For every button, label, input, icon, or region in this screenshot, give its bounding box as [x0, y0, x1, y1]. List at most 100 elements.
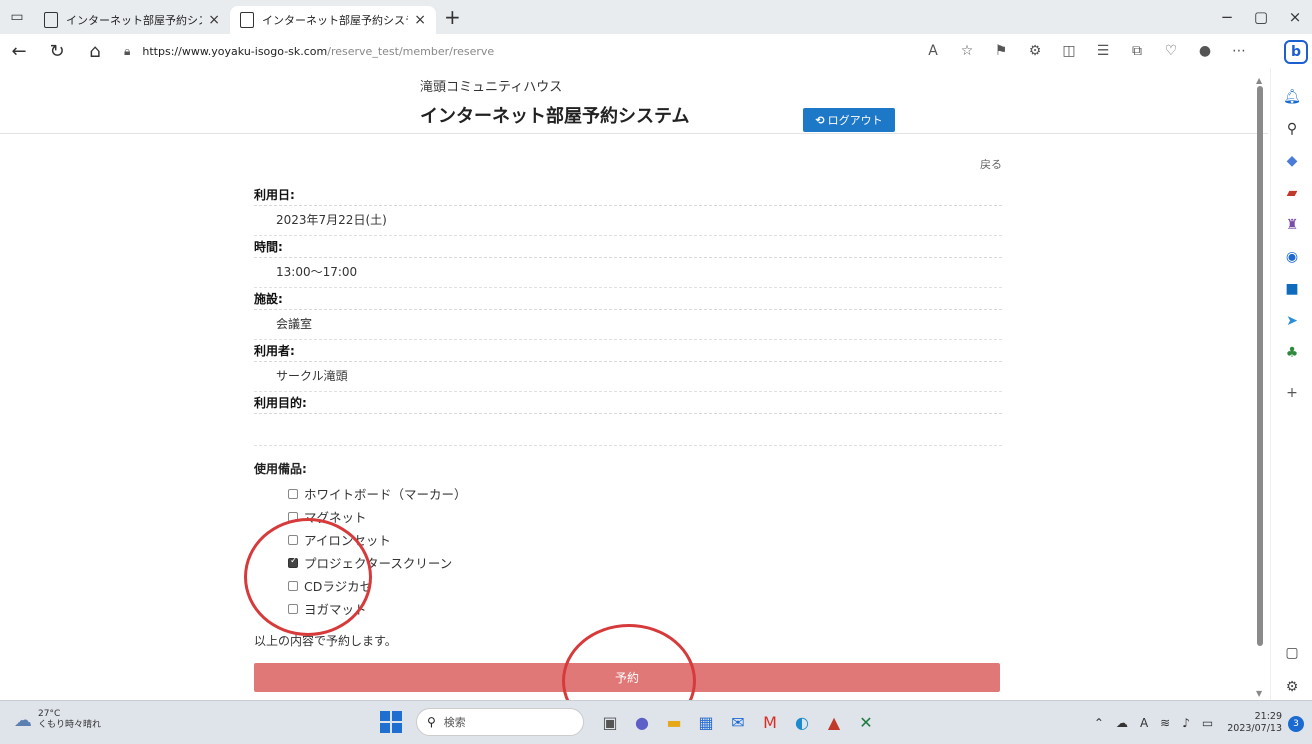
field-date: 利用日: 2023年7月22日(土) [254, 184, 1002, 236]
back-link[interactable]: 戻る [980, 156, 1002, 172]
system-tray: ⌃ ☁ A ≋ ♪ ▭ 21:29 2023/07/13 [1088, 711, 1282, 735]
toolbox-icon[interactable]: ▰ [1283, 184, 1301, 202]
field-label: 利用者: [254, 340, 1002, 362]
send-icon[interactable]: ➤ [1283, 312, 1301, 330]
new-tab-button[interactable]: + [444, 5, 461, 29]
page-scrollbar[interactable]: ▲ ▼ [1254, 76, 1266, 700]
chat-icon[interactable]: ● [627, 709, 657, 735]
tag-icon[interactable]: ◆ [1283, 152, 1301, 170]
favorite-star-icon[interactable]: ☆ [950, 43, 984, 59]
annotation-circle [244, 518, 372, 636]
field-value: サークル滝頭 [254, 362, 1002, 392]
acrobat-icon[interactable]: ▲ [819, 709, 849, 735]
page-title: インターネット部屋予約システム [420, 106, 690, 127]
address-bar[interactable]: 🔒︎ https://www.yoyaku-isogo-sk.com/reser… [124, 44, 884, 59]
battery-icon[interactable]: ▭ [1202, 716, 1213, 730]
checkbox[interactable] [288, 488, 298, 499]
refresh-icon[interactable]: ↻ [38, 41, 76, 62]
weather-text: くもり時々晴れ [38, 720, 102, 730]
tab-actions-icon[interactable]: ▭ [0, 0, 34, 34]
equipment-label: 使用備品: [254, 462, 307, 476]
weather-widget[interactable]: ☁ 27°C くもり時々晴れ [14, 709, 101, 731]
settings-icon[interactable]: ⚙ [1283, 678, 1301, 696]
start-button[interactable] [380, 711, 402, 733]
confirm-text: 以上の内容で予約します。 [254, 634, 397, 648]
extensions-icon[interactable]: ⚙ [1018, 43, 1052, 59]
file-explorer-icon[interactable]: ▬ [659, 709, 689, 735]
browser-toolbar: A ☆ ⚑ ⚙ ◫ ☰ ⧉ ♡ ● ⋯ [916, 34, 1256, 68]
split-screen-icon[interactable]: ◫ [1052, 43, 1086, 59]
tab-strip: ▭ インターネット部屋予約システム × インターネット部屋予約システム × + … [0, 0, 1312, 34]
cloud-icon: ☁ [14, 709, 32, 731]
purpose-input[interactable] [254, 420, 1002, 446]
more-menu-icon[interactable]: ⋯ [1222, 43, 1256, 59]
taskbar: ☁ 27°C くもり時々晴れ ⚲ 検索 ▣ ● ▬ ▦ ✉ M ◐ ▲ ✕ ⌃ … [0, 700, 1312, 744]
sidebar-panel-icon[interactable]: ▢ [1283, 644, 1301, 662]
bell-icon[interactable]: 🔔︎ [1283, 88, 1301, 106]
tab-title: インターネット部屋予約システム [66, 14, 202, 27]
clock[interactable]: 21:29 2023/07/13 [1227, 711, 1282, 735]
equipment-section: 使用備品: ホワイトボード（マーカー） マグネット アイロンセット プロジェクタ… [254, 458, 1002, 617]
back-icon[interactable]: ← [0, 41, 38, 62]
close-window-button[interactable]: × [1278, 0, 1312, 34]
excel-icon[interactable]: ✕ [851, 709, 881, 735]
logout-button[interactable]: ⟲ ログアウト [803, 108, 895, 132]
logout-label: ログアウト [827, 114, 883, 127]
taskbar-search[interactable]: ⚲ 検索 [416, 708, 584, 736]
chevron-up-icon[interactable]: ⌃ [1094, 716, 1104, 730]
field-label: 利用目的: [254, 392, 1002, 414]
time: 21:29 [1254, 711, 1282, 722]
ime-indicator[interactable]: A [1140, 716, 1148, 730]
outlook-icon[interactable]: ■ [1283, 280, 1301, 298]
browser-tab-active[interactable]: インターネット部屋予約システム × [230, 6, 436, 34]
lock-icon: 🔒︎ [124, 43, 131, 58]
field-value: 13:00～17:00 [254, 258, 1002, 288]
volume-icon[interactable]: ♪ [1182, 716, 1190, 730]
field-purpose: 利用目的: [254, 392, 1002, 414]
games-icon[interactable]: ♜ [1283, 216, 1301, 234]
scrollbar-thumb[interactable] [1257, 86, 1263, 646]
search-icon[interactable]: ⚲ [1283, 120, 1301, 138]
notification-badge[interactable]: 3 [1288, 716, 1304, 732]
equipment-whiteboard[interactable]: ホワイトボード（マーカー） [288, 482, 467, 505]
bing-copilot-icon[interactable]: b [1284, 40, 1308, 64]
onedrive-icon[interactable]: ☁ [1116, 716, 1128, 730]
field-user: 利用者: サークル滝頭 [254, 340, 1002, 392]
navigation-bar: ← ↻ ⌂ 🔒︎ https://www.yoyaku-isogo-sk.com… [0, 34, 1312, 68]
page-header: 滝頭コミュニティハウス インターネット部屋予約システム ⟲ ログアウト [0, 68, 1268, 134]
tab-close-icon[interactable]: × [208, 12, 220, 28]
gmail-icon[interactable]: M [755, 709, 785, 735]
field-label: 時間: [254, 236, 1002, 258]
office-icon[interactable]: ◉ [1283, 248, 1301, 266]
page-icon [44, 12, 58, 28]
performance-icon[interactable]: ♡ [1154, 43, 1188, 59]
profile-icon[interactable]: ● [1188, 43, 1222, 59]
search-placeholder: 検索 [443, 716, 466, 729]
checkbox-label: ホワイトボード（マーカー） [304, 487, 467, 502]
restore-button[interactable]: ▢ [1244, 0, 1278, 34]
url-path: /reserve_test/member/reserve [327, 44, 495, 58]
window-controls: − ▢ × [1210, 0, 1312, 34]
url-host: https://www.yoyaku-isogo-sk.com [142, 44, 328, 58]
flag-icon[interactable]: ⚑ [984, 43, 1018, 59]
tree-icon[interactable]: ♣ [1283, 344, 1301, 362]
scroll-up-icon[interactable]: ▲ [1256, 76, 1262, 85]
tab-close-icon[interactable]: × [414, 12, 426, 28]
edge-icon[interactable]: ◐ [787, 709, 817, 735]
task-view-icon[interactable]: ▣ [595, 709, 625, 735]
wifi-icon[interactable]: ≋ [1160, 716, 1170, 730]
browser-tab[interactable]: インターネット部屋予約システム × [34, 6, 230, 34]
field-label: 利用日: [254, 184, 1002, 206]
scroll-down-icon[interactable]: ▼ [1256, 689, 1262, 698]
store-icon[interactable]: ▦ [691, 709, 721, 735]
pinned-apps: ▣ ● ▬ ▦ ✉ M ◐ ▲ ✕ [594, 709, 882, 735]
field-label: 施設: [254, 288, 1002, 310]
minimize-button[interactable]: − [1210, 0, 1244, 34]
read-aloud-icon[interactable]: A [916, 43, 950, 59]
collections-icon[interactable]: ⧉ [1120, 43, 1154, 59]
mail-icon[interactable]: ✉ [723, 709, 753, 735]
favorites-icon[interactable]: ☰ [1086, 43, 1120, 59]
temperature: 27°C [38, 709, 61, 719]
home-icon[interactable]: ⌂ [76, 41, 114, 62]
add-icon[interactable]: + [1283, 384, 1301, 402]
